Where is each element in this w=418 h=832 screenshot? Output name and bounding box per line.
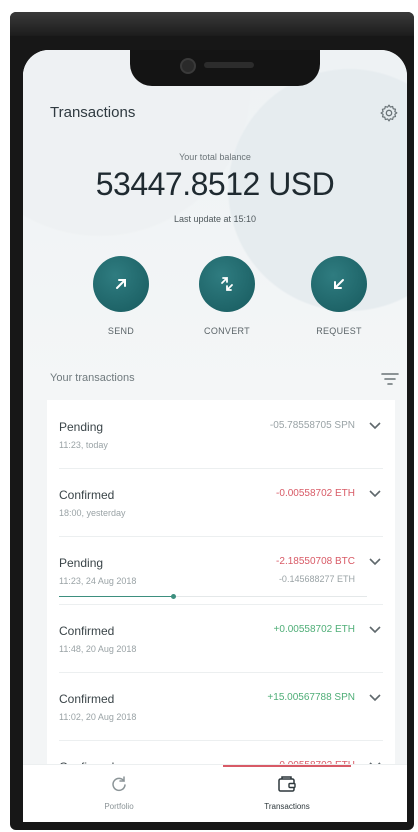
speaker-grille [204, 62, 254, 68]
refresh-icon [112, 776, 126, 792]
transaction-row[interactable]: Pending 11:23, 24 Aug 2018 -2.18550708 B… [47, 536, 395, 604]
transaction-time: 11:48, 20 Aug 2018 [59, 644, 137, 654]
send-button[interactable]: SEND [81, 256, 161, 336]
nav-transactions[interactable]: Transactions [227, 775, 347, 811]
hero-background [23, 50, 407, 400]
transaction-time: 18:00, yesterday [59, 508, 126, 518]
device-edge [10, 12, 414, 36]
transaction-status: Confirmed [59, 624, 115, 638]
nav-portfolio[interactable]: Portfolio [59, 775, 179, 811]
chevron-down-icon[interactable] [369, 558, 381, 566]
send-circle[interactable] [93, 256, 149, 312]
arrow-down-left-icon [334, 279, 344, 289]
wallet-icon [278, 776, 296, 792]
app-screen: Transactions Your total balance 53447.85… [23, 50, 407, 822]
phone-frame: Transactions Your total balance 53447.85… [10, 12, 414, 830]
bottom-navigation: Portfolio Transactions [23, 764, 407, 822]
transaction-time: 11:23, 24 Aug 2018 [59, 576, 137, 586]
request-label: REQUEST [316, 326, 362, 336]
send-label: SEND [107, 326, 135, 336]
last-update-text: Last update at 15:10 [173, 214, 257, 224]
request-circle[interactable] [311, 256, 367, 312]
transaction-amount: -0.00558702 ETH [276, 488, 355, 499]
transaction-row[interactable]: Confirmed 11:02, 20 Aug 2018 +15.0056778… [47, 672, 395, 740]
transactions-section-title: Your transactions [50, 372, 135, 384]
progress-fill [59, 596, 173, 597]
transaction-amount: -05.78558705 SPN [269, 420, 355, 431]
phone-notch [130, 50, 320, 86]
transaction-amount: +15.00567788 SPN [267, 692, 355, 703]
convert-label: CONVERT [204, 326, 250, 336]
chevron-down-icon[interactable] [369, 694, 381, 702]
nav-transactions-label: Transactions [264, 802, 310, 811]
chevron-down-icon[interactable] [369, 626, 381, 634]
request-button[interactable]: REQUEST [299, 256, 379, 336]
transaction-status: Pending [59, 556, 104, 570]
transaction-row[interactable]: Confirmed 11:48, 20 Aug 2018 +0.00558702… [47, 604, 395, 672]
transaction-row[interactable]: Pending 11:23, today -05.78558705 SPN [47, 400, 395, 468]
transaction-status: Pending [59, 420, 104, 434]
transaction-time: 11:23, today [59, 440, 108, 450]
active-tab-indicator [223, 765, 351, 767]
camera-icon [180, 58, 196, 74]
chevron-down-icon[interactable] [369, 490, 381, 498]
transaction-amount: +0.00558702 ETH [273, 624, 355, 635]
swap-arrows-icon [221, 277, 233, 291]
balance-value: 53447.8512 USD [95, 166, 335, 202]
filter-icon[interactable] [381, 372, 399, 386]
transaction-row[interactable]: Confirmed 18:00, yesterday -0.00558702 E… [47, 468, 395, 536]
transactions-list: Pending 11:23, today -05.78558705 SPN Co… [47, 400, 395, 800]
transaction-status: Confirmed [59, 488, 115, 502]
transaction-amount: -2.18550708 BTC [276, 556, 355, 567]
progress-dot [170, 594, 176, 599]
chevron-down-icon[interactable] [369, 422, 381, 430]
gear-icon[interactable] [379, 103, 399, 123]
transaction-time: 11:02, 20 Aug 2018 [59, 712, 137, 722]
page-title: Transactions [50, 104, 136, 121]
transaction-secondary-amount: -0.145688277 ETH [278, 574, 355, 584]
transaction-status: Confirmed [59, 692, 115, 706]
arrow-up-right-icon [116, 279, 126, 289]
convert-circle[interactable] [199, 256, 255, 312]
pending-progress-bar [59, 594, 367, 599]
nav-portfolio-label: Portfolio [104, 802, 134, 811]
convert-button[interactable]: CONVERT [187, 256, 267, 336]
balance-label: Your total balance [179, 152, 251, 162]
